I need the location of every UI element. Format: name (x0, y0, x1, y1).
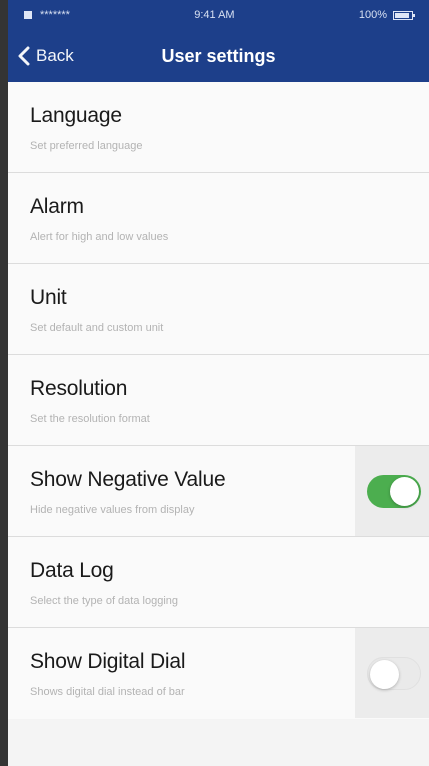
setting-resolution[interactable]: Resolution Set the resolution format (8, 355, 429, 446)
status-left: ******* (24, 9, 70, 21)
toggle-zone (355, 446, 429, 536)
setting-title: Resolution (30, 377, 128, 400)
setting-unit[interactable]: Unit Set default and custom unit (8, 264, 429, 355)
toggle-knob (370, 660, 399, 689)
setting-title: Language (30, 104, 122, 127)
setting-alarm[interactable]: Alarm Alert for high and low values (8, 173, 429, 264)
page-title: User settings (161, 45, 276, 66)
status-right: 100% (358, 9, 415, 21)
status-time: 9:41 AM (194, 9, 235, 21)
setting-description: Set preferred language (30, 140, 143, 152)
toggle-knob (390, 477, 419, 506)
setting-language[interactable]: Language Set preferred language (8, 82, 429, 173)
navigation-bar: Back User settings (8, 30, 429, 82)
battery-icon (393, 10, 415, 20)
toggle-zone (355, 628, 429, 718)
setting-show-negative-value: Show Negative Value Hide negative values… (8, 446, 429, 537)
status-bar: ******* 9:41 AM 100% (8, 0, 429, 30)
setting-title: Show Negative Value (30, 468, 226, 491)
show-negative-value-toggle[interactable] (367, 475, 421, 508)
setting-description: Set the resolution format (30, 413, 150, 425)
setting-title: Unit (30, 286, 67, 309)
app-screen: ******* 9:41 AM 100% Back User settings … (0, 0, 429, 766)
signal-icon (24, 11, 32, 19)
left-edge-shadow (0, 0, 8, 766)
settings-list: Language Set preferred language Alarm Al… (8, 82, 429, 719)
carrier-label: ******* (40, 9, 70, 21)
battery-percent: 100% (358, 9, 387, 21)
setting-description: Shows digital dial instead of bar (30, 686, 185, 698)
setting-data-log[interactable]: Data Log Select the type of data logging (8, 537, 429, 628)
setting-show-digital-dial: Show Digital Dial Shows digital dial ins… (8, 628, 429, 719)
setting-description: Set default and custom unit (30, 322, 164, 334)
setting-description: Hide negative values from display (30, 504, 195, 516)
empty-area (8, 719, 429, 766)
setting-description: Alert for high and low values (30, 231, 169, 243)
setting-title: Alarm (30, 195, 84, 218)
show-digital-dial-toggle[interactable] (367, 657, 421, 690)
setting-title: Data Log (30, 559, 114, 582)
setting-description: Select the type of data logging (30, 595, 178, 607)
setting-title: Show Digital Dial (30, 650, 186, 673)
